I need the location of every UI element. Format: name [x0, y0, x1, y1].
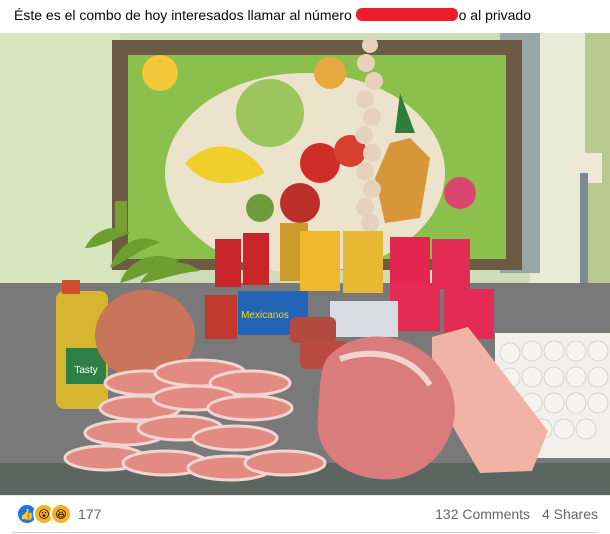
reactions-summary[interactable]: 👍 😮 😆 177	[16, 503, 101, 525]
comments-count[interactable]: 132 Comments	[435, 506, 530, 522]
oil-label: Tasty	[74, 365, 97, 376]
redacted-phone-number	[355, 8, 458, 21]
haha-icon: 😆	[50, 503, 72, 525]
snack-label: Mexicanos	[241, 310, 289, 321]
post-text: Éste es el combo de hoy interesados llam…	[14, 6, 531, 24]
shares-count[interactable]: 4 Shares	[542, 506, 598, 522]
post-footer: 👍 😮 😆 177 132 Comments 4 Shares	[0, 495, 610, 534]
reaction-count[interactable]: 177	[78, 506, 101, 522]
combo-photo: Tasty Mexicanos	[0, 33, 610, 495]
post-stats: 132 Comments 4 Shares	[427, 506, 598, 522]
post-text-start: Éste es el combo de hoy interesados llam…	[14, 7, 352, 23]
post-photo[interactable]: Tasty Mexicanos	[0, 33, 610, 495]
post-text-end: o al privado	[458, 7, 532, 23]
